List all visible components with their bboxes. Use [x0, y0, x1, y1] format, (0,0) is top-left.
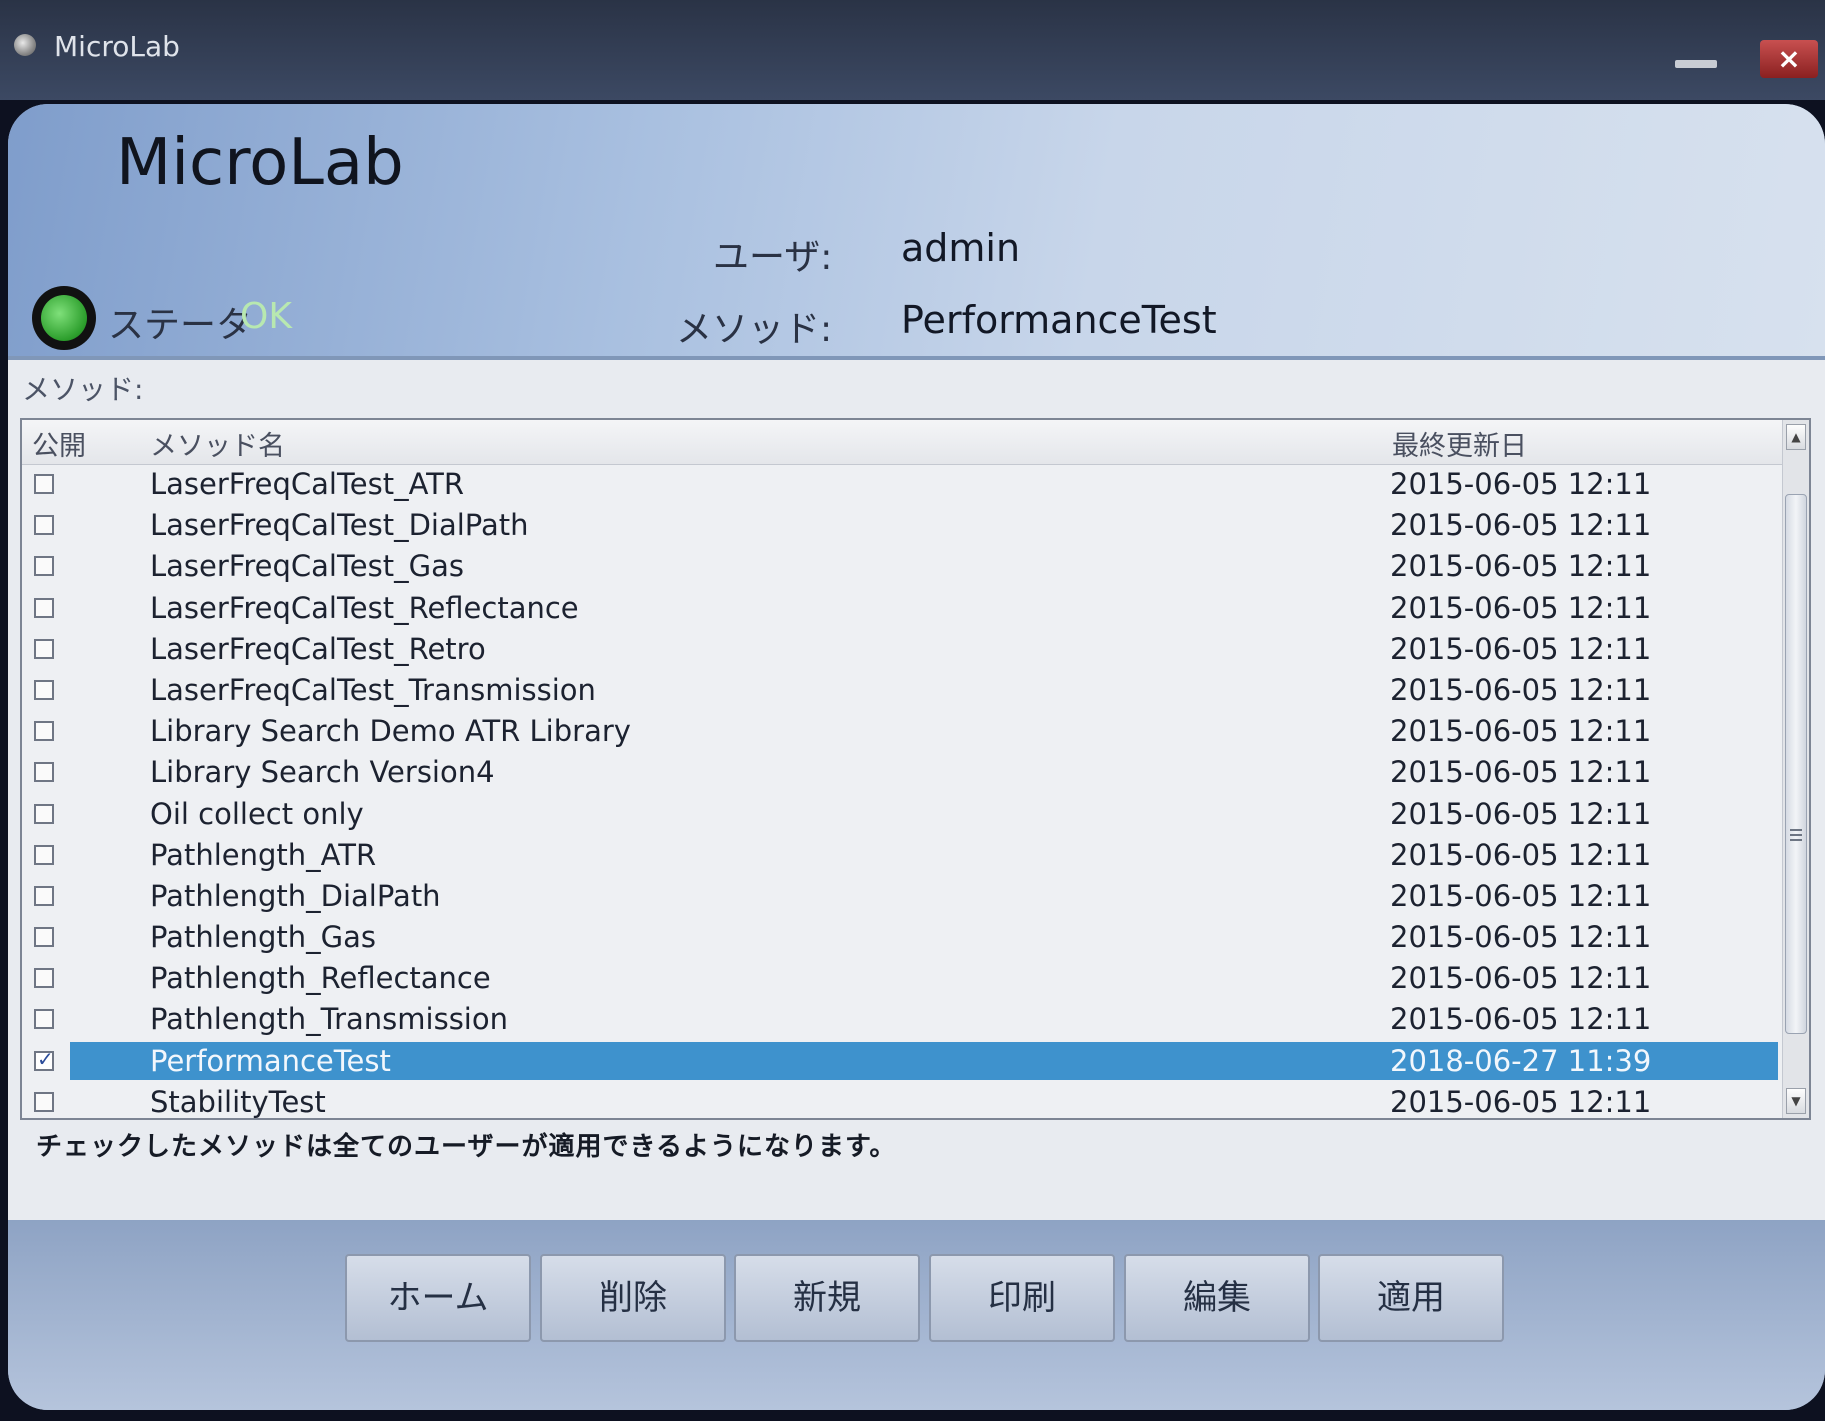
method-name: Pathlength_Gas: [150, 920, 376, 955]
status-label: ステータ: [108, 305, 253, 346]
method-name: LaserFreqCalTest_Gas: [150, 549, 464, 584]
method-name: Pathlength_Transmission: [150, 1002, 508, 1037]
app-logo-icon: [14, 34, 36, 56]
method-name: Pathlength_DialPath: [150, 878, 441, 913]
method-name: LaserFreqCalTest_ATR: [150, 467, 465, 501]
last-updated-date: 2015-06-05 12:11: [1390, 590, 1652, 625]
table-row[interactable]: LaserFreqCalTest_DialPath 2015-06-05 12:1…: [22, 505, 1782, 546]
last-updated-date: 2015-06-05 12:11: [1390, 508, 1652, 543]
close-button[interactable]: ×: [1760, 40, 1818, 78]
table-row[interactable]: Pathlength_Reflectance 2015-06-05 12:11: [22, 958, 1782, 999]
apply-button[interactable]: 適用: [1318, 1254, 1504, 1342]
status-light-icon: [32, 286, 96, 350]
last-updated-date: 2015-06-05 12:11: [1390, 549, 1652, 584]
user-label: ユーザ:: [713, 237, 833, 278]
public-checkbox[interactable]: [34, 515, 54, 536]
minimize-button[interactable]: [1675, 60, 1717, 68]
last-updated-date: 2018-06-27 11:39: [1390, 1043, 1652, 1078]
button-toolbar: ホーム 削除 新規 印刷 編集 適用: [8, 1220, 1825, 1410]
method-name: PerformanceTest: [150, 1043, 391, 1078]
content-panel: メソッド: 公開 メソッド名 最終更新日 LaserFreqCalTest_AT…: [8, 356, 1825, 1220]
table-row[interactable]: LaserFreqCalTest_Retro 2015-06-05 12:11: [22, 629, 1782, 670]
last-updated-date: 2015-06-05 12:11: [1390, 837, 1652, 872]
public-checkbox[interactable]: [34, 474, 54, 494]
method-name: LaserFreqCalTest_Transmission: [150, 672, 596, 707]
method-name: LaserFreqCalTest_Reflectance: [150, 590, 579, 625]
last-updated-date: 2015-06-05 12:11: [1390, 796, 1652, 831]
public-checkbox[interactable]: [34, 597, 54, 618]
header-panel: MicroLab ユーザ: admin メソッド: PerformanceTes…: [8, 104, 1825, 356]
table-row[interactable]: Pathlength_ATR 2015-06-05 12:11: [22, 835, 1782, 876]
table-row[interactable]: Library Search Version4 2015-06-05 12:11: [22, 752, 1782, 793]
public-checkbox[interactable]: [34, 1091, 54, 1112]
table-header: 公開 メソッド名 最終更新日: [22, 420, 1782, 465]
method-name: Oil collect only: [150, 796, 364, 831]
print-button[interactable]: 印刷: [929, 1254, 1115, 1342]
column-header-method-name[interactable]: メソッド名: [150, 424, 285, 463]
last-updated-date: 2015-06-05 12:11: [1390, 920, 1652, 955]
last-updated-date: 2015-06-05 12:11: [1390, 714, 1652, 749]
public-checkbox[interactable]: [34, 721, 54, 742]
table-row[interactable]: LaserFreqCalTest_Transmission 2015-06-05 …: [22, 670, 1782, 711]
table-row[interactable]: LaserFreqCalTest_ATR 2015-06-05 12:11: [22, 464, 1782, 505]
table-row[interactable]: LaserFreqCalTest_Reflectance 2015-06-05 1…: [22, 588, 1782, 629]
public-checkbox[interactable]: [34, 885, 54, 906]
status-value: OK: [240, 296, 292, 337]
scroll-thumb[interactable]: [1785, 494, 1807, 1034]
home-button[interactable]: ホーム: [345, 1254, 531, 1342]
table-row[interactable]: Pathlength_Transmission 2015-06-05 12:11: [22, 999, 1782, 1040]
table-row[interactable]: LaserFreqCalTest_Gas 2015-06-05 12:11: [22, 546, 1782, 587]
main-window: MicroLab ユーザ: admin メソッド: PerformanceTes…: [8, 104, 1825, 1410]
method-table: 公開 メソッド名 最終更新日 LaserFreqCalTest_ATR 2015-…: [20, 418, 1811, 1120]
public-checkbox[interactable]: [34, 556, 54, 577]
method-name: LaserFreqCalTest_DialPath: [150, 508, 529, 543]
window-title: MicroLab: [54, 30, 180, 63]
last-updated-date: 2015-06-05 12:11: [1390, 1002, 1652, 1037]
user-value: admin: [901, 226, 1021, 270]
new-button[interactable]: 新規: [734, 1254, 920, 1342]
last-updated-date: 2015-06-05 12:11: [1390, 961, 1652, 996]
last-updated-date: 2015-06-05 12:11: [1390, 467, 1652, 501]
edit-button[interactable]: 編集: [1124, 1254, 1310, 1342]
table-row[interactable]: Pathlength_Gas 2015-06-05 12:11: [22, 917, 1782, 958]
table-row[interactable]: Oil collect only 2015-06-05 12:11: [22, 794, 1782, 835]
methods-section-label: メソッド:: [22, 373, 144, 406]
public-checkbox[interactable]: [34, 803, 54, 824]
table-row[interactable]: Pathlength_DialPath 2015-06-05 12:11: [22, 876, 1782, 917]
title-bar: MicroLab ×: [0, 0, 1825, 100]
method-name: Library Search Version4: [150, 755, 495, 790]
current-method-label: メソッド:: [676, 309, 833, 350]
last-updated-date: 2015-06-05 12:11: [1390, 631, 1652, 666]
table-body: LaserFreqCalTest_ATR 2015-06-05 12:11 Lase…: [22, 464, 1782, 1119]
public-checkbox[interactable]: [34, 762, 54, 783]
method-name: Library Search Demo ATR Library: [150, 714, 631, 749]
public-checkbox[interactable]: [34, 968, 54, 989]
public-checkbox[interactable]: [34, 1047, 54, 1071]
public-method-note: チェックしたメソッドは全てのユーザーが適用できるようになります。: [36, 1132, 897, 1162]
method-name: LaserFreqCalTest_Retro: [150, 631, 486, 666]
table-row[interactable]: PerformanceTest 2018-06-27 11:39: [22, 1041, 1782, 1082]
public-checkbox[interactable]: [34, 1009, 54, 1030]
table-row[interactable]: Library Search Demo ATR Library 2015-06-0…: [22, 711, 1782, 752]
scroll-up-icon[interactable]: ▲: [1786, 424, 1806, 450]
table-row[interactable]: StabilityTest 2015-06-05 12:11: [22, 1082, 1782, 1119]
last-updated-date: 2015-06-05 12:11: [1390, 672, 1652, 707]
method-name: Pathlength_ATR: [150, 837, 377, 872]
public-checkbox[interactable]: [34, 679, 54, 700]
last-updated-date: 2015-06-05 12:11: [1390, 755, 1652, 790]
last-updated-date: 2015-06-05 12:11: [1390, 878, 1652, 913]
current-method-value: PerformanceTest: [901, 298, 1217, 342]
app-heading: MicroLab: [116, 126, 404, 200]
last-updated-date: 2015-06-05 12:11: [1390, 1084, 1652, 1119]
method-name: StabilityTest: [150, 1084, 326, 1119]
column-header-last-updated[interactable]: 最終更新日: [1392, 424, 1527, 463]
vertical-scrollbar[interactable]: ▲ ▼: [1782, 420, 1809, 1118]
delete-button[interactable]: 削除: [540, 1254, 726, 1342]
scroll-down-icon[interactable]: ▼: [1786, 1088, 1806, 1114]
public-checkbox[interactable]: [34, 927, 54, 948]
method-name: Pathlength_Reflectance: [150, 961, 491, 996]
column-header-public[interactable]: 公開: [32, 424, 86, 463]
public-checkbox[interactable]: [34, 638, 54, 659]
public-checkbox[interactable]: [34, 844, 54, 865]
